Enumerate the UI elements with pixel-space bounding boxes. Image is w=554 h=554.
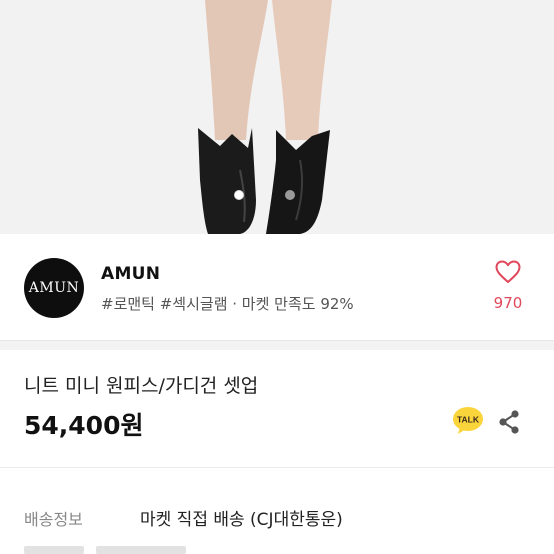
talk-label: TALK bbox=[457, 415, 480, 425]
kakao-talk-icon[interactable]: TALK bbox=[452, 406, 484, 436]
seller-name[interactable]: AMUN bbox=[101, 264, 160, 284]
heart-outline-icon[interactable] bbox=[495, 260, 521, 284]
next-row-partial bbox=[24, 546, 324, 554]
carousel-dot[interactable] bbox=[234, 190, 244, 200]
product-price: 54,400원 bbox=[24, 411, 144, 440]
seller-tags: #로맨틱 #섹시글램 · 마켓 만족도 92% bbox=[101, 295, 354, 313]
share-icon[interactable] bbox=[497, 409, 521, 435]
info-divider bbox=[0, 467, 554, 468]
product-title: 니트 미니 원피스/가디건 셋업 bbox=[24, 375, 259, 397]
like-count: 970 bbox=[493, 294, 523, 312]
shipping-label: 배송정보 bbox=[24, 510, 83, 529]
carousel-indicator[interactable] bbox=[0, 190, 554, 202]
section-divider bbox=[0, 340, 554, 350]
shipping-value: 마켓 직접 배송 (CJ대한통운) bbox=[140, 510, 343, 530]
seller-logo-text: AMUN bbox=[28, 280, 80, 296]
carousel-dot-active[interactable] bbox=[285, 190, 295, 200]
seller-logo[interactable]: AMUN bbox=[24, 258, 84, 318]
product-image[interactable] bbox=[0, 0, 554, 234]
seller-section[interactable]: AMUN AMUN #로맨틱 #섹시글램 · 마켓 만족도 92% 970 bbox=[0, 234, 554, 340]
